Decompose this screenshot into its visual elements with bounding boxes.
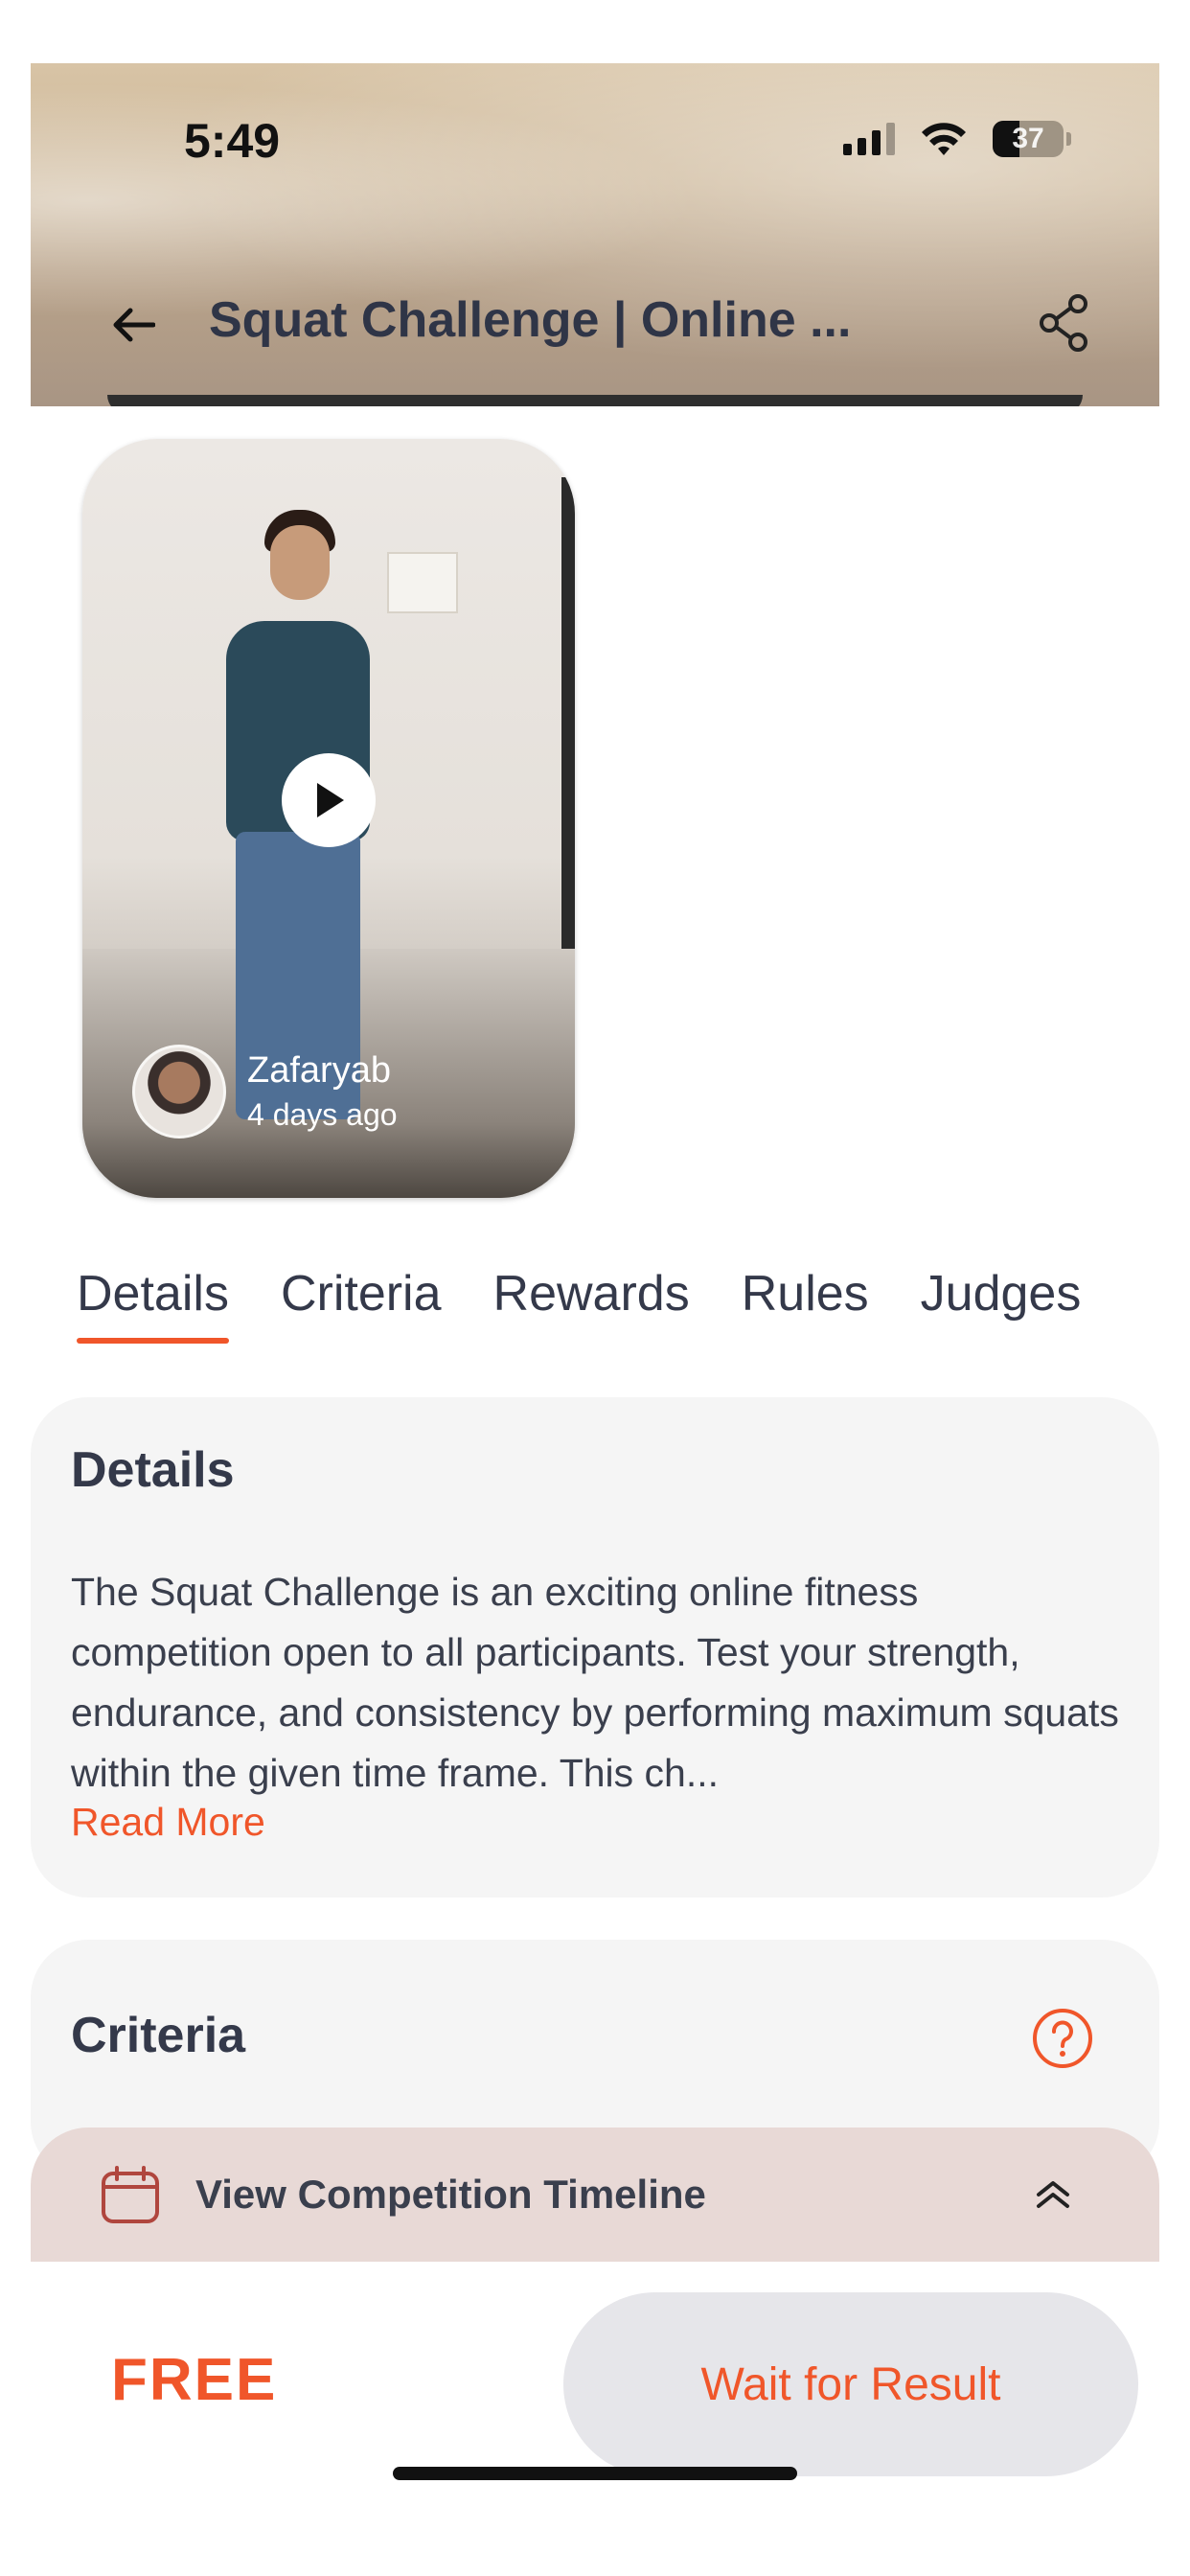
battery-icon: 37 (993, 121, 1071, 157)
tab-details[interactable]: Details (77, 1265, 229, 1344)
tab-rewards[interactable]: Rewards (493, 1265, 690, 1336)
competition-timeline-bar[interactable]: View Competition Timeline (31, 2128, 1159, 2262)
share-button[interactable] (1029, 288, 1100, 358)
page-title: Squat Challenge | Online ... (209, 292, 852, 348)
help-icon[interactable] (1031, 2007, 1094, 2070)
details-title: Details (71, 1442, 235, 1498)
back-button[interactable] (100, 291, 167, 358)
play-icon (317, 783, 344, 817)
status-time: 5:49 (184, 114, 281, 168)
tab-judges[interactable]: Judges (921, 1265, 1082, 1336)
share-icon (1040, 294, 1087, 352)
wait-for-result-button[interactable]: Wait for Result (563, 2292, 1138, 2476)
details-card: Details The Squat Challenge is an exciti… (31, 1397, 1159, 1898)
header: 5:49 37 Squat Challenge | Online ... (31, 63, 1159, 406)
battery-level: 37 (1012, 123, 1044, 154)
calendar-icon (102, 2166, 159, 2223)
tab-rules[interactable]: Rules (742, 1265, 869, 1336)
avatar[interactable] (132, 1045, 226, 1138)
play-button[interactable] (282, 753, 376, 847)
status-icons: 37 (843, 121, 1071, 157)
price-label: FREE (111, 2347, 278, 2413)
uploader-name: Zafaryab (247, 1050, 391, 1091)
details-text: The Squat Challenge is an exciting onlin… (71, 1570, 1119, 1795)
uploader-info: Zafaryab 4 days ago (132, 1045, 398, 1138)
home-indicator (393, 2467, 797, 2480)
video-card[interactable]: Zafaryab 4 days ago (82, 439, 575, 1198)
tab-bar: Details Criteria Rewards Rules Judges (77, 1265, 1082, 1344)
criteria-title: Criteria (71, 2008, 246, 2063)
double-chevron-up-icon[interactable] (1029, 2170, 1077, 2218)
wifi-icon (922, 123, 966, 155)
timeline-label: View Competition Timeline (195, 2172, 706, 2217)
arrow-left-icon (113, 308, 155, 342)
upload-time: 4 days ago (247, 1097, 398, 1132)
signal-icon (843, 123, 895, 155)
read-more-link[interactable]: Read More (71, 1800, 265, 1845)
video-thumbnail-switchboard (387, 552, 458, 613)
tab-criteria[interactable]: Criteria (281, 1265, 442, 1336)
